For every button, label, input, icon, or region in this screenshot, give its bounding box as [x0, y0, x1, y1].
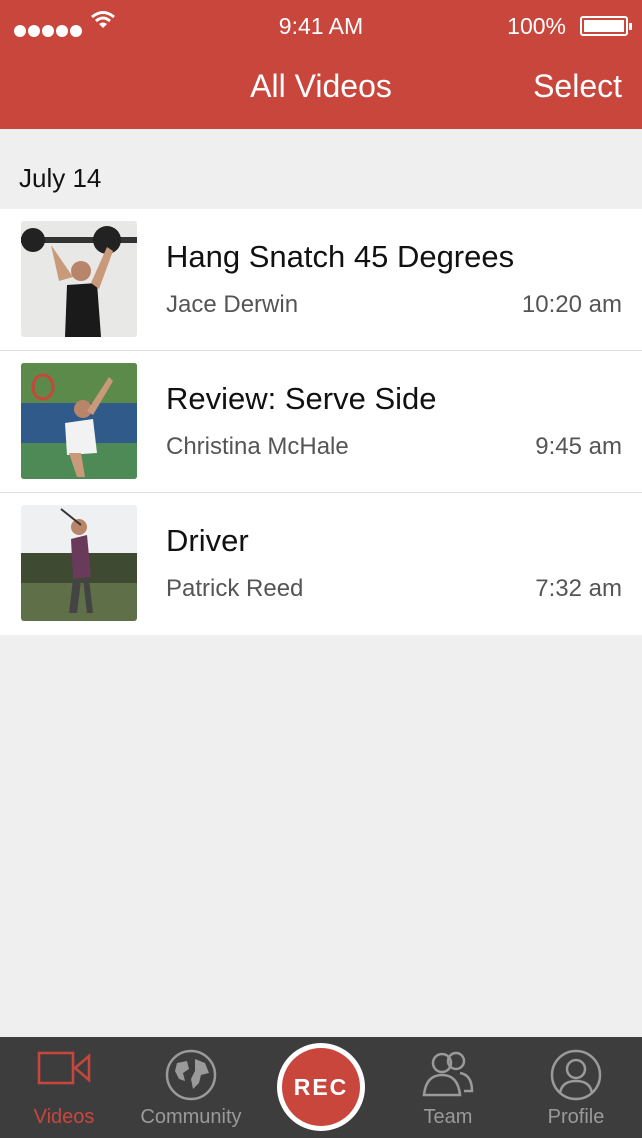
record-button[interactable]: REC	[277, 1043, 365, 1131]
profile-icon	[550, 1049, 602, 1101]
video-time: 9:45 am	[535, 433, 622, 460]
video-title: Hang Snatch 45 Degrees	[166, 239, 515, 274]
tab-team-label: Team	[423, 1106, 473, 1128]
team-icon	[422, 1051, 474, 1097]
tab-profile-label: Profile	[547, 1106, 605, 1128]
video-person: Christina McHale	[166, 433, 349, 460]
select-button[interactable]: Select	[533, 68, 622, 105]
tab-profile[interactable]: Profile	[512, 1037, 640, 1138]
tab-videos[interactable]: Videos	[0, 1037, 128, 1138]
tab-community[interactable]: Community	[128, 1037, 254, 1138]
video-time: 10:20 am	[521, 291, 622, 318]
tab-community-label: Community	[140, 1106, 242, 1128]
tab-videos-label: Videos	[33, 1106, 95, 1128]
list-item[interactable]: Hang Snatch 45 Degrees Jace Derwin 10:20…	[0, 209, 642, 351]
globe-icon	[165, 1049, 217, 1101]
video-camera-icon	[37, 1051, 91, 1085]
video-person: Jace Derwin	[166, 291, 299, 318]
section-date-header: July 14	[19, 163, 102, 193]
list-item[interactable]: Driver Patrick Reed 7:32 am	[0, 493, 642, 635]
status-bar: 9:41 AM 100%	[0, 8, 642, 42]
battery-percent: 100%	[507, 13, 566, 39]
video-title: Review: Serve Side	[166, 381, 437, 416]
battery-icon	[580, 16, 632, 36]
list-item[interactable]: Review: Serve Side Christina McHale 9:45…	[0, 351, 642, 493]
record-button-label: REC	[282, 1048, 360, 1126]
video-thumbnail	[21, 363, 137, 479]
video-thumbnail	[21, 221, 137, 337]
video-list: Hang Snatch 45 Degrees Jace Derwin 10:20…	[0, 209, 642, 635]
video-person: Patrick Reed	[166, 575, 304, 602]
tab-team[interactable]: Team	[384, 1037, 512, 1138]
video-title: Driver	[166, 523, 249, 558]
video-time: 7:32 am	[535, 575, 622, 602]
nav-header: 9:41 AM 100% All Videos Select	[0, 0, 642, 129]
video-thumbnail	[21, 505, 137, 621]
